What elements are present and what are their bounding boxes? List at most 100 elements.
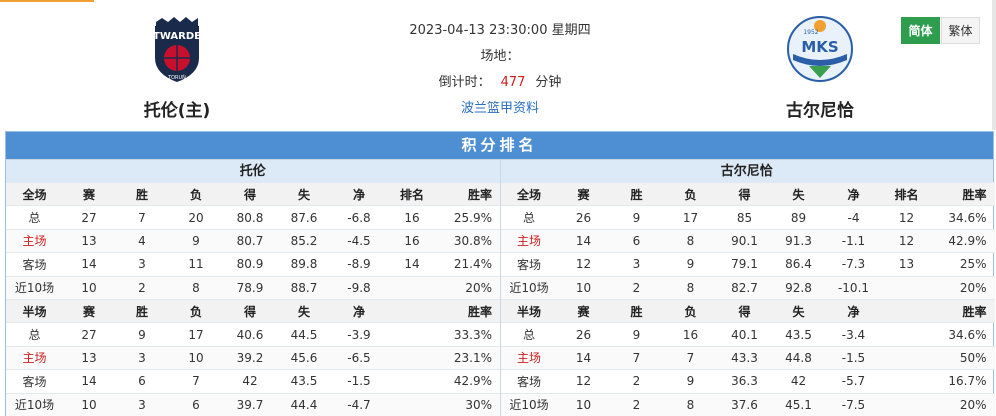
standings-title: 积分排名 <box>6 132 993 159</box>
table-cell: 26 <box>557 205 610 230</box>
table-cell: -7.3 <box>825 252 882 277</box>
table-cell <box>881 275 932 300</box>
table-cell: -5.7 <box>825 369 882 394</box>
table-cell: 44.8 <box>771 345 826 370</box>
away-logo-text: MKS <box>801 38 838 56</box>
table-cell: 42 <box>223 369 277 394</box>
table-cell: 45.1 <box>771 392 826 416</box>
table-row: 总 27 9 17 40.6 44.5 -3.9 33.3% <box>6 322 500 347</box>
table-row: 总 26 9 17 85 89 -4 12 34.6% <box>500 205 995 230</box>
table-cell: 3 <box>115 252 169 277</box>
column-header: 失 <box>277 181 331 206</box>
table-cell: 2 <box>609 392 664 416</box>
table-cell: 14 <box>557 228 610 253</box>
row-label: 总 <box>6 322 63 347</box>
column-header: 胜率 <box>931 181 995 206</box>
table-cell: 17 <box>663 205 718 230</box>
table-cell: 89.8 <box>277 252 331 277</box>
row-label: 主场 <box>6 228 63 253</box>
table-cell: 85.2 <box>277 228 331 253</box>
table-cell: 34.6% <box>931 322 995 347</box>
row-label: 总 <box>6 205 63 230</box>
column-header: 排名 <box>387 181 437 206</box>
table-cell: 33.3% <box>437 322 500 347</box>
table-cell: 44.4 <box>277 392 331 416</box>
table-cell: 14 <box>63 369 115 394</box>
full-time-header-row: 全场赛胜负得失净排名 胜率 <box>500 181 995 206</box>
table-cell: 3 <box>115 392 169 416</box>
table-cell: -4.7 <box>331 392 387 416</box>
table-cell: 7 <box>609 345 664 370</box>
table-row: 总 26 9 16 40.1 43.5 -3.4 34.6% <box>500 322 995 347</box>
column-header: 半场 <box>6 298 63 323</box>
simplified-chinese-button[interactable]: 简体 <box>901 17 940 44</box>
table-cell: 92.8 <box>771 275 826 300</box>
column-header: 失 <box>771 181 826 206</box>
table-cell: 6 <box>169 392 223 416</box>
column-header: 赛 <box>557 181 610 206</box>
row-label: 主场 <box>500 228 558 253</box>
league-info-link[interactable]: 波兰篮甲资料 <box>340 96 660 122</box>
home-logo-subtext: TORUŃ <box>167 74 186 81</box>
row-label: 客场 <box>500 369 558 394</box>
row-label: 主场 <box>500 345 558 370</box>
column-header: 失 <box>277 298 331 323</box>
table-cell: -8.9 <box>331 252 387 277</box>
full-time-header-row: 全场赛胜负得失净排名 胜率 <box>6 181 500 206</box>
table-row: 近10场 10 2 8 37.6 45.1 -7.5 20% <box>500 392 995 416</box>
table-cell: 13 <box>63 228 115 253</box>
home-team-name[interactable]: 托伦(主) <box>77 96 277 121</box>
table-cell <box>387 392 437 416</box>
column-header: 全场 <box>6 181 63 206</box>
home-team-block[interactable]: TWARDE TORUŃ 托伦(主) <box>77 14 277 121</box>
column-header: 得 <box>223 181 277 206</box>
table-cell: 16 <box>387 205 437 230</box>
away-team-block[interactable]: 1952 MKS 古尔尼恰 <box>720 14 920 121</box>
match-info: 2023-04-13 23:30:00 星期四 场地： 倒计时： 477 分钟 波兰… <box>340 18 660 122</box>
table-cell: 43.5 <box>277 369 331 394</box>
table-cell: 7 <box>663 345 718 370</box>
away-standings-table: 全场赛胜负得失净排名 胜率总 26 9 17 85 89 -4 12 34.6% 主场 14 6 8 90.… <box>500 181 995 416</box>
traditional-chinese-button[interactable]: 繁体 <box>941 17 980 44</box>
column-header: 赛 <box>557 298 610 323</box>
away-team-logo[interactable]: 1952 MKS <box>785 14 855 84</box>
table-cell: 2 <box>609 369 664 394</box>
column-header: 净 <box>825 298 882 323</box>
column-header: 负 <box>169 181 223 206</box>
table-cell: -6.8 <box>331 205 387 230</box>
table-cell <box>387 369 437 394</box>
away-standings-team: 古尔尼恰 <box>500 159 993 182</box>
table-cell: -1.5 <box>331 369 387 394</box>
table-cell: 34.6% <box>931 205 995 230</box>
table-cell: 9 <box>115 322 169 347</box>
home-standings-team: 托伦 <box>6 159 500 182</box>
table-cell: 16 <box>663 322 718 347</box>
table-cell: 25% <box>931 252 995 277</box>
home-team-logo[interactable]: TWARDE TORUŃ <box>142 14 212 84</box>
column-header: 排名 <box>881 181 932 206</box>
table-cell: 4 <box>115 228 169 253</box>
home-standings-table: 全场赛胜负得失净排名 胜率总 27 7 20 80.8 87.6 -6.8 16 25.9% 主场 1… <box>6 181 500 416</box>
table-cell: 79.1 <box>717 252 772 277</box>
table-cell: 9 <box>663 369 718 394</box>
table-cell: 20 <box>169 205 223 230</box>
row-label: 近10场 <box>500 392 558 416</box>
table-cell: 20% <box>931 275 995 300</box>
page-edge-scrollbar[interactable] <box>992 0 996 130</box>
table-cell: 26 <box>557 322 610 347</box>
table-cell: 20% <box>931 392 995 416</box>
table-cell: 43.3 <box>717 345 772 370</box>
away-logo-year: 1952 <box>803 29 818 36</box>
table-row: 客场 12 3 9 79.1 86.4 -7.3 13 25% <box>500 252 995 277</box>
match-venue: 场地： <box>480 49 520 64</box>
table-cell: 23.1% <box>437 345 500 370</box>
table-cell: 13 <box>63 345 115 370</box>
row-label: 客场 <box>6 252 63 277</box>
table-cell: 10 <box>63 392 115 416</box>
away-standings-panel: 古尔尼恰 全场赛胜负得失净排名 胜率总 26 9 17 85 89 -4 12 34.6% 主场 14… <box>499 159 995 416</box>
table-cell: -9.8 <box>331 275 387 300</box>
table-cell: 14 <box>557 345 610 370</box>
table-cell: 14 <box>63 252 115 277</box>
table-row: 总 27 7 20 80.8 87.6 -6.8 16 25.9% <box>6 205 500 230</box>
away-team-name[interactable]: 古尔尼恰 <box>720 96 920 121</box>
